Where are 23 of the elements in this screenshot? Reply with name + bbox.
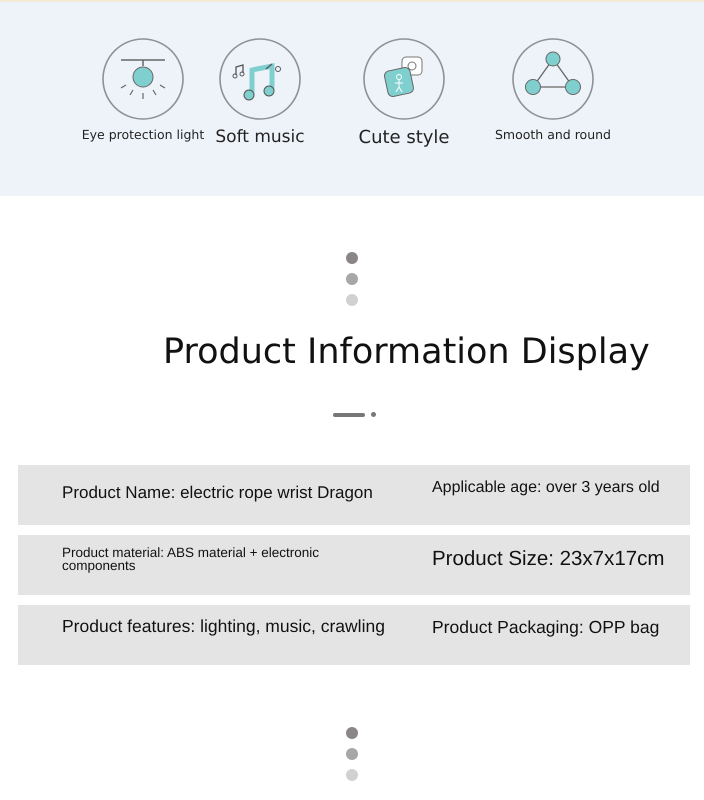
dot xyxy=(346,769,358,781)
feature-label: Cute style xyxy=(358,127,450,148)
triangle-nodes-icon xyxy=(511,37,595,121)
info-text: Applicable age: over 3 years old xyxy=(432,480,661,496)
dot xyxy=(371,412,376,417)
dot xyxy=(346,294,358,306)
info-text: Product Size: 23x7x17cm xyxy=(432,548,666,570)
dot xyxy=(346,252,358,264)
info-text: Product features: lighting, music, crawling xyxy=(62,618,386,636)
feature-label: Soft music xyxy=(215,127,305,147)
toy-blocks-icon xyxy=(362,37,446,121)
dot xyxy=(346,727,358,739)
info-text: Product Packaging: OPP bag xyxy=(432,619,660,637)
lamp-icon xyxy=(101,37,185,121)
feature-label: Eye protection light xyxy=(82,127,204,142)
info-text: Product Name: electric rope wrist Dragon xyxy=(62,484,374,500)
music-note-icon xyxy=(218,37,302,121)
dot xyxy=(346,273,358,285)
section-title: Product Information Display xyxy=(163,332,651,372)
divider-dash xyxy=(333,412,365,416)
feature-label: Smooth and round xyxy=(495,127,611,142)
info-text: Product material: ABS material + electronic components xyxy=(62,546,320,572)
dot xyxy=(346,748,358,760)
